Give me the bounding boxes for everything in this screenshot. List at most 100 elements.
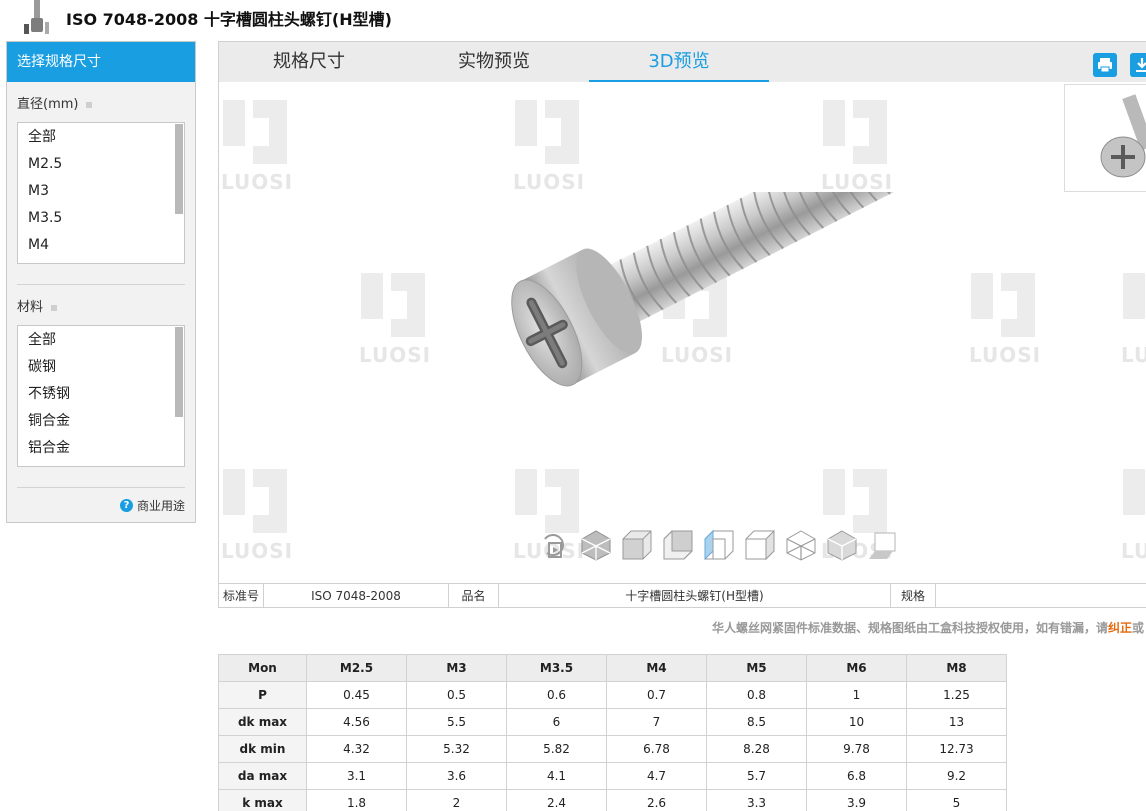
table-cell: 1	[806, 681, 907, 709]
material-filter-list[interactable]: 全部 碳钢 不锈钢 铜合金 铝合金	[17, 325, 185, 467]
table-cell: 2.4	[506, 789, 607, 811]
table-row: dk min 4.32 5.32 5.82 6.78 8.28 9.78 12.73	[218, 735, 1007, 763]
diameter-list-scrollbar[interactable]	[175, 124, 183, 214]
preview-panel: 规格尺寸 实物预览 3D预览 LUOSI LUOSI LUOSI LUOSI LUOSI…	[218, 41, 1146, 608]
table-cell: 3.9	[806, 789, 907, 811]
view-controls	[539, 527, 899, 563]
table-cell: 4.32	[306, 735, 407, 763]
bottom-view-icon[interactable]	[826, 529, 858, 561]
table-cell: 9.2	[906, 762, 1007, 790]
rotate-view-icon[interactable]	[539, 529, 571, 561]
table-cell: 0.7	[606, 681, 707, 709]
commercial-use-label: 商业用途	[136, 499, 185, 513]
column-header: Mon	[218, 654, 307, 682]
table-cell: 3.3	[706, 789, 807, 811]
column-header: M4	[606, 654, 707, 682]
sidebar-divider	[17, 487, 185, 488]
material-option[interactable]: 碳钢	[18, 354, 184, 381]
luosi-watermark: LUOSI	[819, 96, 895, 196]
right-view-icon[interactable]	[744, 529, 776, 561]
table-cell: 8.5	[706, 708, 807, 736]
tab-spec-size[interactable]: 规格尺寸	[219, 42, 399, 82]
screw-thumbnail-icon	[1100, 94, 1146, 178]
notice-tail: 或	[1132, 621, 1145, 635]
spec-label: 规格	[891, 584, 936, 607]
top-view-icon[interactable]	[785, 529, 817, 561]
standard-value: ISO 7048-2008	[264, 584, 449, 607]
back-view-icon[interactable]	[662, 529, 694, 561]
notice-text: 华人螺丝网紧固件标准数据、规格图纸由工盒科技授权使用，如有错漏，请	[712, 621, 1109, 635]
luosi-watermark: LUOSI	[357, 269, 433, 369]
material-option[interactable]: 全部	[18, 327, 184, 354]
row-header-cell: P	[218, 681, 307, 709]
table-header-row: Mon M2.5 M3 M3.5 M4 M5 M6 M8	[218, 654, 1007, 682]
3d-viewer[interactable]: LUOSI LUOSI LUOSI LUOSI LUOSI LUOSI LUOSI LUOSI…	[219, 82, 1146, 582]
preview-tabbar: 规格尺寸 实物预览 3D预览	[219, 42, 1146, 82]
watermark-text: LUOSI	[820, 170, 894, 194]
diameter-option[interactable]: M3	[18, 178, 184, 205]
material-option[interactable]: 铝合金	[18, 435, 184, 462]
table-cell: 2	[406, 789, 507, 811]
table-cell: 4.56	[306, 708, 407, 736]
table-cell: 5.7	[706, 762, 807, 790]
iso-view-icon[interactable]	[580, 529, 612, 561]
diameter-option[interactable]: M3.5	[18, 205, 184, 232]
product-name-label: 品名	[449, 584, 499, 607]
diameter-filter-list[interactable]: 全部 M2.5 M3 M3.5 M4	[17, 122, 185, 264]
fullscreen-icon[interactable]	[867, 529, 899, 561]
product-info-row: 标准号 ISO 7048-2008 品名 十字槽圆柱头螺钉(H型槽) 规格	[219, 583, 1146, 607]
diameter-option[interactable]: M2.5	[18, 151, 184, 178]
material-list-scrollbar[interactable]	[175, 327, 183, 417]
column-header: M3.5	[506, 654, 607, 682]
table-cell: 4.1	[506, 762, 607, 790]
table-cell: 4.7	[606, 762, 707, 790]
row-header-cell: da max	[218, 762, 307, 790]
material-option[interactable]: 不锈钢	[18, 381, 184, 408]
row-header-cell: dk min	[218, 735, 307, 763]
table-cell: 3.1	[306, 762, 407, 790]
download-icon[interactable]	[1130, 53, 1146, 77]
table-cell: 1.8	[306, 789, 407, 811]
table-cell: 13	[906, 708, 1007, 736]
luosi-logo-icon	[971, 273, 1035, 337]
table-cell: 3.6	[406, 762, 507, 790]
commercial-use-link[interactable]: ? 商业用途	[119, 497, 185, 514]
table-cell: 9.78	[806, 735, 907, 763]
front-view-icon[interactable]	[621, 529, 653, 561]
luosi-watermark: LUOSI	[1119, 269, 1146, 369]
table-cell: 12.73	[906, 735, 1007, 763]
material-option[interactable]: 铜合金	[18, 408, 184, 435]
table-cell: 0.6	[506, 681, 607, 709]
product-name-value: 十字槽圆柱头螺钉(H型槽)	[499, 584, 891, 607]
screw-3d-model[interactable]	[469, 192, 929, 492]
column-header: M8	[906, 654, 1007, 682]
correction-link[interactable]: 纠正	[1108, 621, 1132, 635]
sidebar-divider	[17, 284, 185, 285]
watermark-text: LUOSI	[1120, 539, 1146, 563]
standard-label: 标准号	[219, 584, 264, 607]
left-view-icon[interactable]	[703, 529, 735, 561]
print-icon[interactable]	[1093, 53, 1117, 77]
spec-table: Mon M2.5 M3 M3.5 M4 M5 M6 M8 P 0.45 0.5 0.6…	[218, 654, 1007, 811]
tab-photo-preview[interactable]: 实物预览	[404, 42, 584, 82]
spec-filter-sidebar: 选择规格尺寸 直径(mm) 全部 M2.5 M3 M3.5 M4 材料 全部 碳…	[6, 41, 196, 523]
data-source-notice: 华人螺丝网紧固件标准数据、规格图纸由工盒科技授权使用，如有错漏，请纠正或	[712, 619, 1144, 636]
table-row: da max 3.1 3.6 4.1 4.7 5.7 6.8 9.2	[218, 762, 1007, 790]
luosi-logo-icon	[223, 469, 287, 533]
column-header: M2.5	[306, 654, 407, 682]
table-cell: 6.8	[806, 762, 907, 790]
table-cell: 5.32	[406, 735, 507, 763]
table-cell: 6	[506, 708, 607, 736]
luosi-watermark: LUOSI	[219, 96, 295, 196]
diameter-filter-label: 直径(mm)	[17, 93, 93, 112]
sidebar-heading: 选择规格尺寸	[7, 42, 195, 82]
table-row: k max 1.8 2 2.4 2.6 3.3 3.9 5	[218, 789, 1007, 811]
diameter-option[interactable]: 全部	[18, 124, 184, 151]
row-header-cell: dk max	[218, 708, 307, 736]
spec-value	[936, 584, 1146, 607]
diameter-option[interactable]: M4	[18, 232, 184, 259]
column-header: M3	[406, 654, 507, 682]
row-header-cell: k max	[218, 789, 307, 811]
tab-3d-preview[interactable]: 3D预览	[589, 42, 769, 82]
model-thumbnail[interactable]	[1064, 84, 1146, 192]
